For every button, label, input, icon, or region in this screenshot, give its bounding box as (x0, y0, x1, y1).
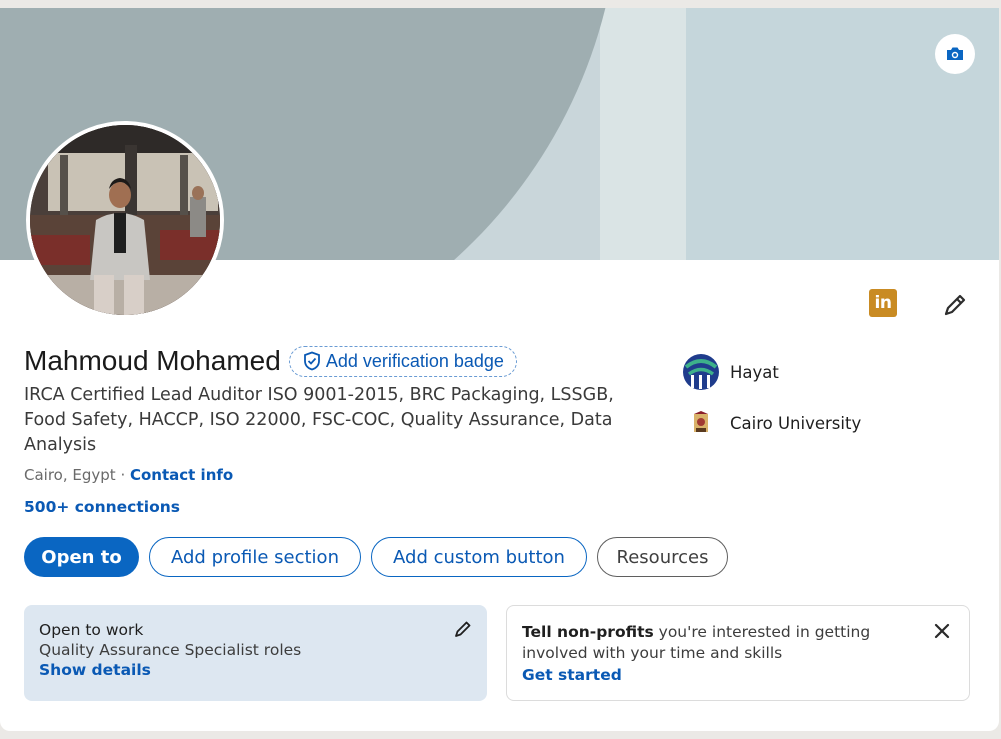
org-name-hayat: Hayat (730, 362, 779, 382)
edit-open-to-work-button[interactable] (453, 619, 473, 643)
profile-photo-image (30, 125, 220, 315)
get-started-link[interactable]: Get started (522, 666, 919, 684)
close-icon (934, 623, 950, 639)
open-to-button[interactable]: Open to (24, 537, 139, 577)
add-profile-section-button[interactable]: Add profile section (149, 537, 361, 577)
org-item-hayat[interactable]: Hayat (682, 353, 779, 391)
pencil-icon (455, 621, 471, 637)
nonprofits-card: Tell non-profits you're interested in ge… (506, 605, 970, 701)
org-name-cairo-university: Cairo University (730, 413, 862, 433)
open-to-work-title: Open to work (39, 621, 144, 639)
edit-intro-button[interactable] (940, 290, 970, 320)
edit-cover-button[interactable] (935, 34, 975, 74)
resources-button[interactable]: Resources (597, 537, 728, 577)
profile-photo[interactable] (26, 121, 224, 319)
add-verification-badge-button[interactable]: Add verification badge (288, 345, 517, 377)
hayat-logo-icon (682, 353, 720, 391)
contact-info-link[interactable]: Contact info (130, 466, 233, 484)
shield-check-icon (303, 351, 320, 371)
open-to-work-roles: Quality Assurance Specialist roles (39, 641, 302, 659)
name-row: Mahmoud Mohamed Add verification badge (24, 345, 517, 377)
location-separator: · (115, 466, 130, 484)
connections-link[interactable]: 500+ connections (24, 498, 180, 516)
linkedin-badge-icon[interactable]: in (869, 289, 897, 317)
dismiss-nonprofits-button[interactable] (931, 620, 953, 642)
linkedin-badge-text: in (874, 293, 892, 313)
show-details-link[interactable]: Show details (39, 661, 471, 679)
nonprofits-lead: Tell non-profits (522, 623, 654, 641)
pencil-icon (944, 294, 966, 316)
nonprofits-text: Tell non-profits you're interested in ge… (522, 622, 919, 664)
open-to-work-card[interactable]: Open to work Quality Assurance Specialis… (24, 605, 487, 701)
location-text: Cairo, Egypt (24, 466, 116, 484)
add-custom-button[interactable]: Add custom button (371, 537, 587, 577)
profile-card: in Mahmoud Mohamed Add verification badg… (0, 8, 999, 731)
profile-actions: Open to Add profile section Add custom b… (24, 537, 728, 577)
verification-label: Add verification badge (325, 350, 504, 371)
profile-name: Mahmoud Mohamed (24, 345, 281, 376)
cairo-university-logo-icon (682, 404, 720, 442)
camera-icon (947, 47, 963, 60)
org-item-cairo-university[interactable]: Cairo University (682, 404, 861, 442)
profile-headline: IRCA Certified Lead Auditor ISO 9001-201… (24, 385, 614, 455)
location-row: Cairo, Egypt · Contact info (24, 466, 233, 484)
